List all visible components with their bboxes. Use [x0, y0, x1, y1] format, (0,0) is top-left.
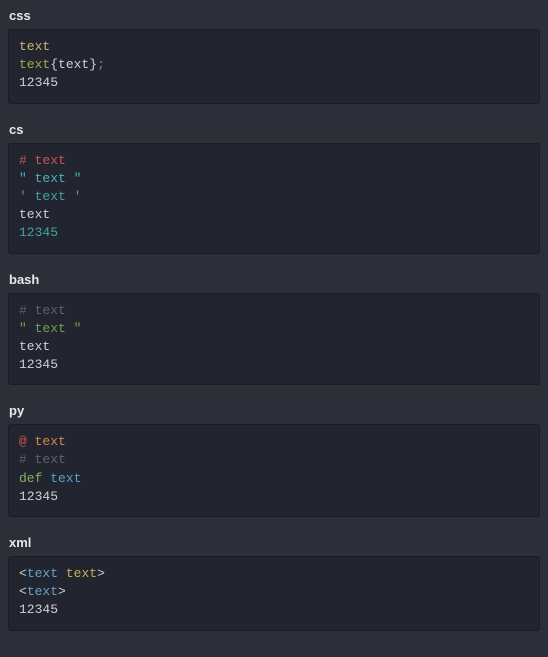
- code-token: text: [50, 471, 81, 486]
- code-token: text: [19, 207, 50, 222]
- code-token: text: [27, 566, 58, 581]
- code-token: 12345: [19, 225, 58, 240]
- code-block-label: bash: [8, 272, 540, 287]
- code-block-css: csstexttext{text};12345: [8, 8, 540, 104]
- code-box: texttext{text};12345: [8, 29, 540, 104]
- code-box: # text " text " text 12345: [8, 293, 540, 386]
- code-token: ;: [97, 57, 105, 72]
- code-line: 12345: [19, 601, 529, 619]
- code-token: {: [50, 57, 58, 72]
- code-block-xml: xml<text text><text>12345: [8, 535, 540, 631]
- code-token: # text: [19, 452, 66, 467]
- code-token: 12345: [19, 357, 58, 372]
- code-token: ' text ': [19, 189, 81, 204]
- code-block-label: py: [8, 403, 540, 418]
- code-line: text: [19, 38, 529, 56]
- code-token: text: [19, 339, 50, 354]
- code-token: }: [89, 57, 97, 72]
- code-token: <: [19, 566, 27, 581]
- code-token: [27, 434, 35, 449]
- code-token: text: [66, 566, 97, 581]
- code-line: def text: [19, 470, 529, 488]
- code-block-label: cs: [8, 122, 540, 137]
- code-token: 12345: [19, 489, 58, 504]
- code-token: text: [27, 584, 58, 599]
- code-box: @ text# textdef text12345: [8, 424, 540, 517]
- code-line: # text: [19, 451, 529, 469]
- code-block-py: py@ text# textdef text12345: [8, 403, 540, 517]
- code-line: 12345: [19, 224, 529, 242]
- code-token: 12345: [19, 602, 58, 617]
- code-line: ' text ': [19, 188, 529, 206]
- code-token: <: [19, 584, 27, 599]
- code-token: >: [97, 566, 105, 581]
- code-line: # text: [19, 302, 529, 320]
- code-token: " text ": [19, 321, 81, 336]
- code-line: text{text};: [19, 56, 529, 74]
- code-line: # text: [19, 152, 529, 170]
- code-line: 12345: [19, 356, 529, 374]
- code-token: def: [19, 471, 42, 486]
- code-line: " text ": [19, 320, 529, 338]
- code-line: <text text>: [19, 565, 529, 583]
- code-token: [58, 566, 66, 581]
- code-block-cs: cs # text " text " ' text ' text 12345: [8, 122, 540, 254]
- code-line: text: [19, 338, 529, 356]
- code-line: 12345: [19, 488, 529, 506]
- code-token: text: [58, 57, 89, 72]
- syntax-preview-root: csstexttext{text};12345cs# text" text "'…: [8, 8, 540, 631]
- code-block-bash: bash # text " text " text 12345: [8, 272, 540, 386]
- code-token: " text ": [19, 171, 81, 186]
- code-token: 12345: [19, 75, 58, 90]
- code-token: # text: [19, 153, 66, 168]
- code-line: 12345: [19, 74, 529, 92]
- code-line: " text ": [19, 170, 529, 188]
- code-line: text: [19, 206, 529, 224]
- code-line: <text>: [19, 583, 529, 601]
- code-token: # text: [19, 303, 66, 318]
- code-token: @: [19, 434, 27, 449]
- code-token: text: [19, 57, 50, 72]
- code-block-label: xml: [8, 535, 540, 550]
- code-token: text: [19, 39, 50, 54]
- code-block-label: css: [8, 8, 540, 23]
- code-line: @ text: [19, 433, 529, 451]
- code-token: text: [35, 434, 66, 449]
- code-token: >: [58, 584, 66, 599]
- code-box: <text text><text>12345: [8, 556, 540, 631]
- code-box: # text " text " ' text ' text 12345: [8, 143, 540, 254]
